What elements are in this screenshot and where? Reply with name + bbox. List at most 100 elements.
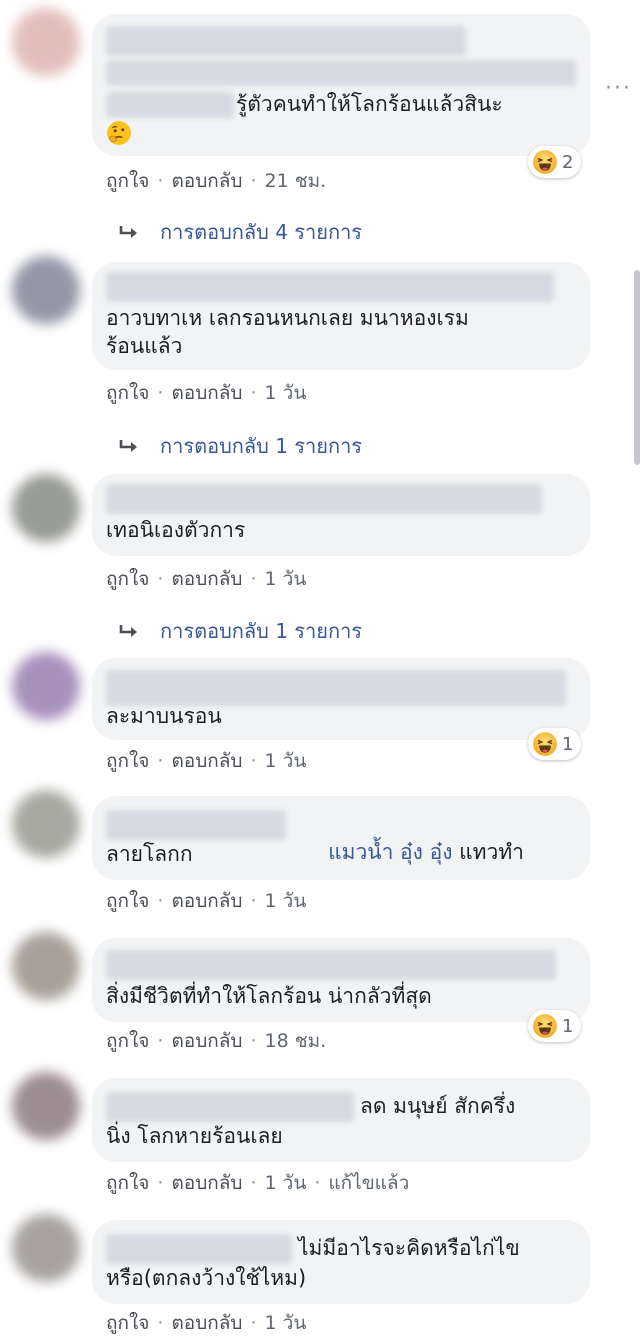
like-link[interactable]: ถูกใจ [106,564,149,594]
separator: · [157,1312,164,1334]
haha-emoji-icon [532,149,558,175]
reply-link[interactable]: ตอบกลับ [171,1308,242,1338]
timestamp[interactable]: 1 วัน [265,1308,307,1338]
view-replies-link[interactable]: การตอบกลับ 1 รายการ [118,430,362,462]
blurred-text [106,92,234,118]
comment-actions: ถูกใจ · ตอบกลับ · 1 วัน [106,1308,306,1338]
comment-bubble: รู้ตัวคนทำให้โลกร้อนแล้วสินะ [92,14,590,156]
replies-label[interactable]: การตอบกลับ 1 รายการ [160,430,362,462]
view-replies-link[interactable]: การตอบกลับ 1 รายการ [118,615,362,647]
reply-arrow-icon [118,437,140,455]
comment-text-line2: นิ่ง โลกหายร้อนเลย [106,1124,283,1148]
avatar[interactable] [12,932,80,1000]
separator: · [157,170,164,192]
blurred-name [106,1092,354,1122]
avatar[interactable] [12,1214,80,1282]
reaction-count: 2 [562,151,574,173]
reply-link[interactable]: ตอบกลับ [171,564,242,594]
comment-actions: ถูกใจ · ตอบกลับ · 1 วัน [106,886,306,916]
thinking-emoji-icon [106,120,132,146]
timestamp[interactable]: 1 วัน [265,378,307,408]
separator: · [250,382,257,404]
reply-link[interactable]: ตอบกลับ [171,1168,242,1198]
blurred-name [106,1234,292,1264]
comment-text: ลด มนุษย์ สักครึ่ง [360,1094,516,1118]
separator: · [250,750,257,772]
timestamp[interactable]: 1 วัน [265,1168,307,1198]
blurred-text [106,60,576,86]
comment-actions: ถูกใจ · ตอบกลับ · 1 วัน [106,746,306,776]
timestamp[interactable]: 1 วัน [265,746,307,776]
more-options-icon[interactable]: ··· [605,76,632,101]
comment-text: ไม่มีอาไรจะคิดหรือไก่ไข [298,1236,520,1260]
blurred-name [106,272,554,302]
separator: · [314,1172,321,1194]
separator: · [250,1030,257,1052]
comment-bubble: ลด มนุษย์ สักครึ่ง นิ่ง โลกหายร้อนเลย [92,1078,590,1162]
comment-text: สิ่งมีชีวิตที่ทำให้โลกร้อน น่ากลัวที่สุด [106,984,432,1008]
avatar[interactable] [12,652,80,720]
blurred-name [106,810,286,840]
comment-text: อาวบทาเห เลกรอนหนกเลย มนาหองเรม ร้อนแล้ว [106,306,469,358]
scrollbar[interactable] [634,270,640,465]
reply-arrow-icon [118,223,140,241]
reply-link[interactable]: ตอบกลับ [171,378,242,408]
replies-label[interactable]: การตอบกลับ 4 รายการ [160,216,362,248]
replies-label[interactable]: การตอบกลับ 1 รายการ [160,615,362,647]
view-replies-link[interactable]: การตอบกลับ 4 รายการ [118,216,362,248]
timestamp[interactable]: 18 ชม. [265,1026,327,1056]
comment-actions: ถูกใจ · ตอบกลับ · 18 ชม. [106,1026,326,1056]
like-link[interactable]: ถูกใจ [106,166,149,196]
like-link[interactable]: ถูกใจ [106,1168,149,1198]
like-link[interactable]: ถูกใจ [106,746,149,776]
separator: · [157,890,164,912]
blurred-name [106,670,566,706]
timestamp[interactable]: 21 ชม. [265,166,327,196]
comment-text: เทอนิเองตัวการ [106,518,246,542]
separator: · [157,568,164,590]
like-link[interactable]: ถูกใจ [106,378,149,408]
haha-emoji-icon [532,731,558,757]
haha-emoji-icon [532,1013,558,1039]
timestamp[interactable]: 1 วัน [265,564,307,594]
separator: · [250,170,257,192]
like-link[interactable]: ถูกใจ [106,886,149,916]
avatar[interactable] [12,256,80,324]
reply-arrow-icon [118,622,140,640]
separator: · [250,1312,257,1334]
timestamp[interactable]: 1 วัน [265,886,307,916]
edited-label[interactable]: แก้ไขแล้ว [328,1168,409,1198]
avatar[interactable] [12,790,80,858]
reaction-count: 1 [562,733,574,755]
avatar[interactable] [12,474,80,542]
comment-bubble: อาวบทาเห เลกรอนหนกเลย มนาหองเรม ร้อนแล้ว [92,262,590,370]
blurred-name [106,26,466,56]
avatar[interactable] [12,8,80,76]
comment-actions: ถูกใจ · ตอบกลับ · 1 วัน · แก้ไขแล้ว [106,1168,409,1198]
separator: · [250,1172,257,1194]
blurred-name [106,484,542,514]
comment-actions: ถูกใจ · ตอบกลับ · 1 วัน [106,378,306,408]
reply-link[interactable]: ตอบกลับ [171,1026,242,1056]
separator: · [157,1172,164,1194]
reaction-badge[interactable]: 1 [528,1010,582,1042]
blurred-name [106,950,556,980]
comment-bubble: สิ่งมีชีวิตที่ทำให้โลกร้อน น่ากลัวที่สุด [92,938,590,1022]
comment-text-line2: ลายโลกก [106,842,193,866]
comment-bubble: ละมาบนรอน [92,658,590,740]
comment-bubble: เทอนิเองตัวการ [92,474,590,556]
comment-text: รู้ตัวคนทำให้โลกร้อนแล้วสินะ [236,92,503,116]
avatar[interactable] [12,1072,80,1140]
comment-bubble: แมวน้ำ อุ๋ง อุ๋ง แทวทำ ลายโลกก [92,796,590,880]
comment-bubble: ไม่มีอาไรจะคิดหรือไก่ไข หรือ(ตกลงว้างใช้… [92,1220,590,1304]
separator: · [157,382,164,404]
separator: · [157,750,164,772]
reaction-badge[interactable]: 2 [528,146,582,178]
reply-link[interactable]: ตอบกลับ [171,746,242,776]
reply-link[interactable]: ตอบกลับ [171,166,242,196]
reply-link[interactable]: ตอบกลับ [171,886,242,916]
reaction-badge[interactable]: 1 [528,728,582,760]
comment-text: ละมาบนรอน [106,704,222,728]
like-link[interactable]: ถูกใจ [106,1026,149,1056]
like-link[interactable]: ถูกใจ [106,1308,149,1338]
